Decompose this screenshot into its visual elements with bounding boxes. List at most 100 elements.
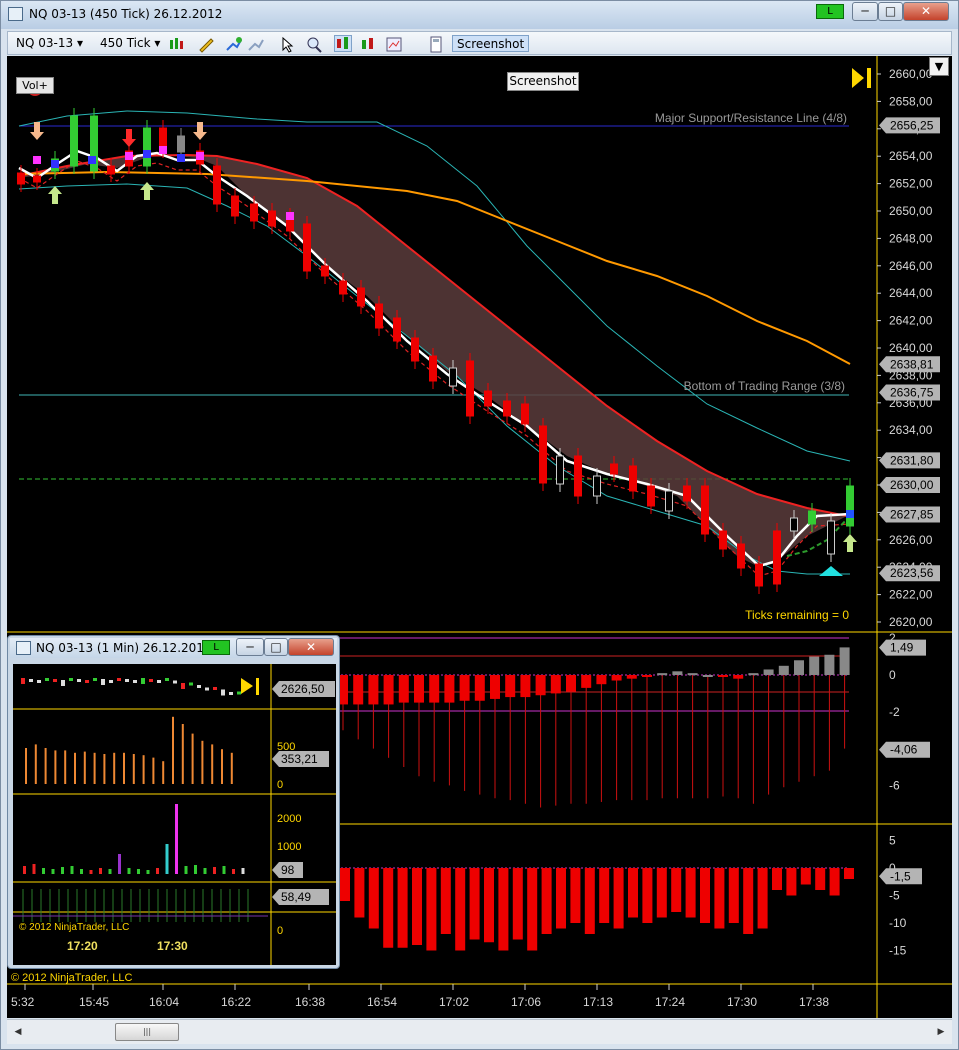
sub-close-button[interactable]: ✕ (288, 638, 334, 656)
bar-type-icon[interactable] (166, 35, 184, 52)
sub-panel3-bar (184, 866, 188, 874)
remove-indicator-icon[interactable] (246, 35, 264, 52)
main-window: NQ 03-13 (450 Tick) 26.12.2012 L ─ □ ✕ N… (0, 0, 959, 1050)
sub-candle (29, 679, 33, 682)
panel2-bar (353, 675, 364, 705)
sub-volume-bar (34, 744, 37, 784)
panel2-bar (414, 675, 424, 703)
price-tag-label: 2623,56 (890, 566, 934, 580)
candle (610, 463, 618, 475)
panel3-bar (599, 868, 610, 923)
sub-candle (197, 685, 201, 688)
panel3-bar (498, 868, 509, 951)
sub-candle (149, 679, 153, 682)
panel2-axis-label: -6 (889, 778, 900, 792)
zoom-icon[interactable] (304, 35, 322, 53)
sub-candle (221, 689, 225, 696)
draw-pen-icon[interactable] (196, 35, 214, 53)
panel2-bar (672, 671, 683, 675)
panel2-tag-label: -4,06 (890, 743, 918, 757)
panel3-bar (743, 868, 754, 934)
candle (629, 465, 637, 492)
instrument-label: NQ 03-13 (16, 36, 74, 50)
sub-panel3-bar (137, 869, 140, 874)
candle (808, 510, 816, 525)
horizontal-scrollbar[interactable]: ◀ ||| ▶ (7, 1019, 952, 1044)
price-tag-label: 2627,85 (890, 507, 934, 521)
screenshot-label[interactable]: Screenshot (507, 72, 579, 91)
candle (17, 172, 25, 185)
app-chart-icon (16, 641, 31, 655)
sub-title-bar[interactable]: NQ 03-13 (1 Min) 26.12.2012 L ─ □ ✕ (10, 638, 337, 658)
time-axis-label: 17:13 (583, 995, 613, 1009)
sub-panel3-bar (70, 866, 74, 874)
add-indicator-icon[interactable] (224, 35, 242, 52)
sub-chart-window[interactable]: NQ 03-13 (1 Min) 26.12.2012 L ─ □ ✕ 2626… (7, 635, 340, 969)
sub-maximize-button[interactable]: □ (264, 638, 288, 656)
panel3-bar (397, 868, 408, 948)
link-badge[interactable]: L (816, 4, 844, 19)
minimize-button[interactable]: ─ (852, 2, 878, 21)
sub-panel3-bar (61, 867, 64, 874)
candle (503, 400, 511, 417)
signal-dot (159, 146, 167, 154)
scrollbar-thumb[interactable]: ||| (115, 1023, 179, 1041)
sub-time-label: 17:30 (157, 939, 188, 953)
panel3-axis-label: -10 (889, 916, 907, 930)
panel2-bar (520, 675, 531, 698)
sub-candle (69, 678, 73, 681)
scroll-right-arrow[interactable]: ▶ (932, 1023, 950, 1041)
sub-chart-area[interactable]: 2626,505000353,212000100009858,490© 2012… (13, 664, 336, 965)
sub-link-badge[interactable]: L (202, 640, 230, 655)
panel3-bar (844, 868, 854, 879)
sub-minimize-button[interactable]: ─ (236, 638, 264, 656)
chart-menu-button[interactable]: ▼ (929, 57, 949, 76)
data-box-icon[interactable] (426, 35, 444, 53)
interval-selector[interactable]: 450 Tick ▾ (100, 35, 160, 52)
cursor-icon[interactable] (278, 35, 296, 53)
price-tag-label: 2656,25 (890, 118, 934, 132)
panel2-bar (444, 675, 455, 703)
panel3-bar (354, 868, 365, 918)
chart-style-1-icon[interactable] (334, 35, 352, 52)
panel3-bar (512, 868, 523, 940)
time-axis-label: 17:38 (799, 995, 829, 1009)
panel2-axis-label: 0 (889, 668, 896, 682)
sub-time-label: 17:20 (67, 939, 98, 953)
sub-candle (157, 680, 161, 683)
scroll-left-arrow[interactable]: ◀ (9, 1023, 27, 1041)
sub-volume-bar (230, 752, 233, 784)
volume-toggle-button[interactable]: Vol+ (16, 77, 54, 94)
panel2-bar (398, 675, 409, 703)
candle (393, 317, 401, 342)
candle (375, 303, 383, 329)
maximize-button[interactable]: □ (878, 2, 903, 21)
instrument-selector[interactable]: NQ 03-13 ▾ (16, 35, 83, 52)
panel3-bar (786, 868, 797, 896)
panel3-bar (368, 868, 379, 929)
chart-properties-icon[interactable] (384, 35, 402, 52)
sub-candle (45, 678, 49, 681)
chart-style-2-icon[interactable] (358, 35, 376, 52)
panel3-bar (656, 868, 667, 918)
sub-candle (93, 678, 97, 681)
panel3-bar (340, 868, 350, 901)
sub-candle (213, 687, 217, 690)
panel3-bar (671, 868, 682, 912)
sub-candle (109, 680, 113, 683)
sub-panel3-bar (89, 870, 93, 874)
screenshot-button[interactable]: Screenshot (452, 35, 530, 52)
candle (213, 165, 221, 205)
price-axis-label: 2644,00 (889, 286, 933, 300)
panel3-axis-label: -15 (889, 944, 907, 958)
price-axis-label: 2648,00 (889, 231, 933, 245)
time-axis-label: 16:38 (295, 995, 325, 1009)
sub-candle (61, 680, 65, 686)
panel2-bar (535, 675, 546, 696)
time-axis-label: 17:30 (727, 995, 757, 1009)
panel2-bar (459, 675, 470, 701)
candle (593, 475, 601, 497)
title-bar[interactable]: NQ 03-13 (450 Tick) 26.12.2012 L ─ □ ✕ (1, 1, 958, 29)
close-button[interactable]: ✕ (903, 2, 949, 21)
sub-candle (125, 679, 129, 682)
